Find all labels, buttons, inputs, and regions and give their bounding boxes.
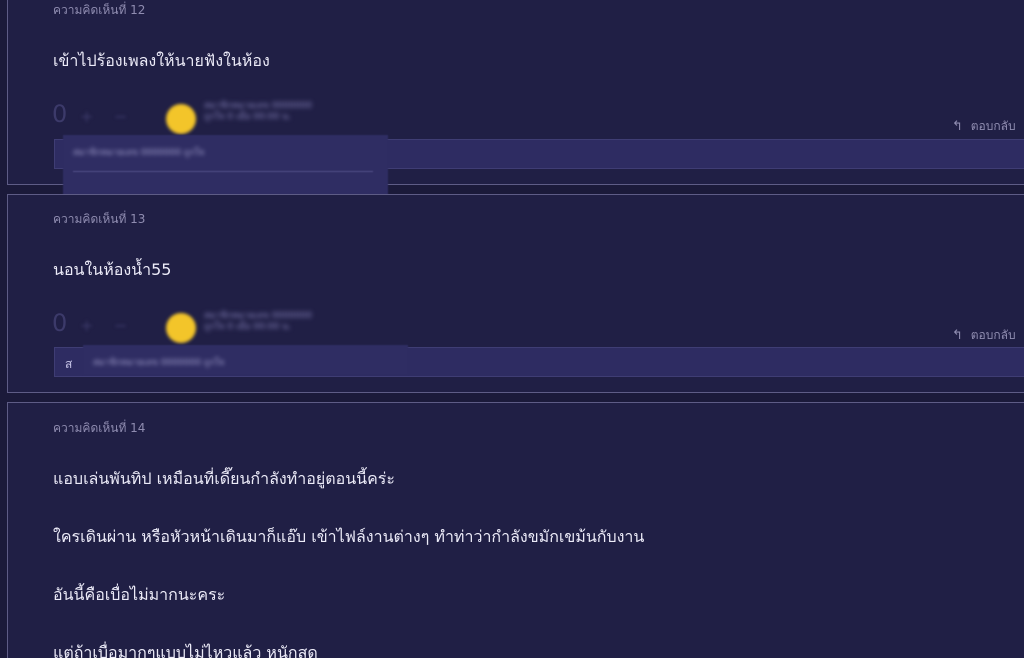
blurred-divider xyxy=(73,171,373,172)
vote-count: 0 xyxy=(52,309,68,337)
comment-card-13: ความคิดเห็นที่ 13 นอนในห้องน้ำ55 0 + − ส… xyxy=(7,194,1024,393)
comment-line: อันนี้คือเบื่อไม่มากนะคระ xyxy=(53,585,226,604)
comment-text: เข้าไปร้องเพลงให้นายฟังในห้อง xyxy=(53,51,270,70)
reply-label: ตอบกลับ xyxy=(970,328,1016,342)
comment-number: ความคิดเห็นที่ 13 xyxy=(53,212,146,226)
blurred-member-text: สมาชิกหมายเลข 0000000 ถูกใจ xyxy=(73,148,205,158)
user-time: ถูกใจ 0 เมื่อ 00:00 น. xyxy=(204,112,292,122)
reply-icon: ↰ xyxy=(952,119,963,134)
blurred-member-text: สมาชิกหมายเลข 0000000 ถูกใจ xyxy=(93,358,225,368)
avatar[interactable] xyxy=(166,313,196,343)
reply-icon: ↰ xyxy=(952,328,963,343)
username[interactable]: สมาชิกหมายเลข 0000000 xyxy=(204,101,312,112)
user-meta: สมาชิกหมายเลข 0000000 ถูกใจ 0 เมื่อ 00:0… xyxy=(204,101,312,123)
vote-plus-icon[interactable]: + xyxy=(80,107,93,126)
blurred-member-panel: สมาชิกหมายเลข 0000000 ถูกใจ xyxy=(63,135,388,198)
username[interactable]: สมาชิกหมายเลข 0000000 xyxy=(204,311,312,322)
reply-button[interactable]: ↰ ตอบกลับ xyxy=(952,117,1016,136)
vote-plus-icon[interactable]: + xyxy=(80,316,93,335)
comment-text: นอนในห้องน้ำ55 xyxy=(53,260,172,279)
vote-count: 0 xyxy=(52,100,68,128)
avatar[interactable] xyxy=(166,104,196,134)
user-meta: สมาชิกหมายเลข 0000000 ถูกใจ 0 เมื่อ 00:0… xyxy=(204,311,312,333)
blurred-member-panel: สมาชิกหมายเลข 0000000 ถูกใจ xyxy=(83,345,408,375)
reply-label: ตอบกลับ xyxy=(970,119,1016,133)
reply-button[interactable]: ↰ ตอบกลับ xyxy=(952,326,1016,345)
comment-line: แอบเล่นพันทิป เหมือนที่เดี๊ยนกำลังทำอยู่… xyxy=(53,469,395,488)
page: ความคิดเห็นที่ 12 เข้าไปร้องเพลงให้นายฟั… xyxy=(0,0,1024,658)
user-time: ถูกใจ 0 เมื่อ 00:00 น. xyxy=(204,322,292,332)
comment-number: ความคิดเห็นที่ 14 xyxy=(53,421,146,435)
comment-line: ใครเดินผ่าน หรือหัวหน้าเดินมาก็แอ๊บ เข้า… xyxy=(53,527,645,546)
comment-number: ความคิดเห็นที่ 12 xyxy=(53,3,146,17)
vote-minus-icon[interactable]: − xyxy=(114,316,127,335)
share-prefix: ส xyxy=(65,357,73,371)
comment-line: แต่ถ้าเบื่อมากๆแบบไม่ไหวแล้ว หนักสุด xyxy=(53,643,318,658)
comment-card-14: ความคิดเห็นที่ 14 แอบเล่นพันทิป เหมือนที… xyxy=(7,402,1024,658)
vote-minus-icon[interactable]: − xyxy=(114,107,127,126)
comment-card-12: ความคิดเห็นที่ 12 เข้าไปร้องเพลงให้นายฟั… xyxy=(7,0,1024,198)
